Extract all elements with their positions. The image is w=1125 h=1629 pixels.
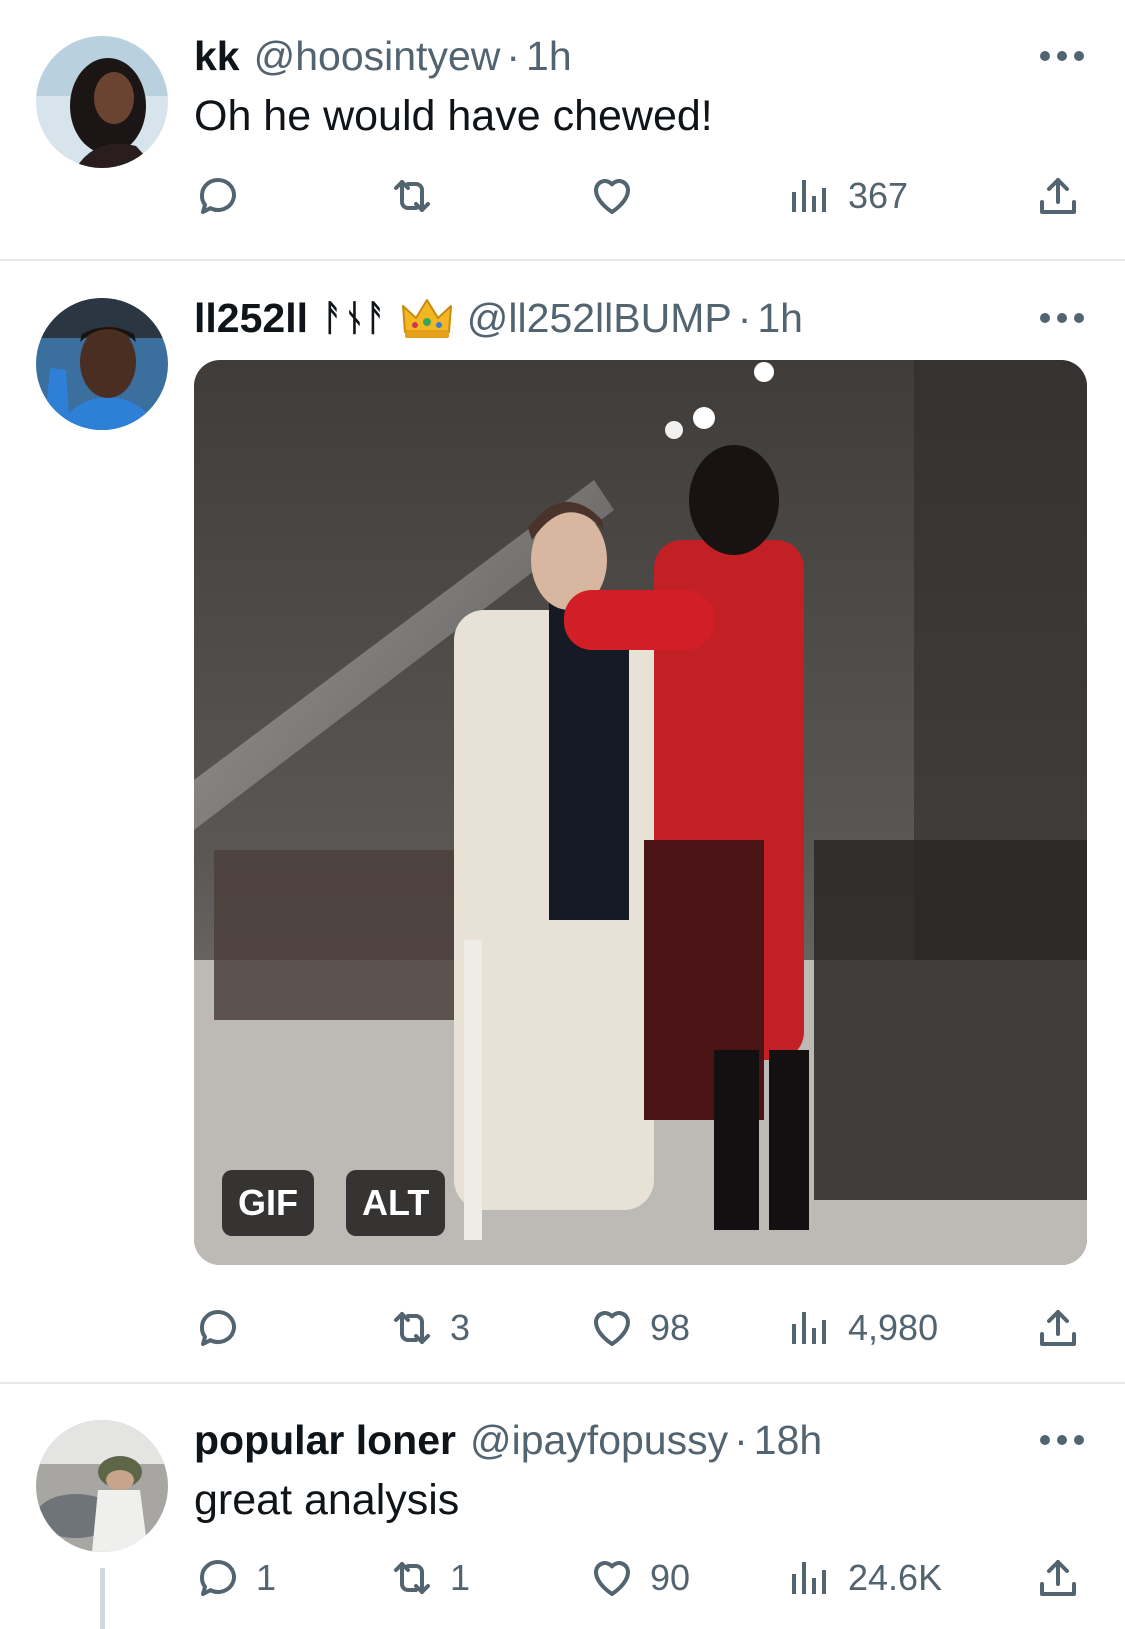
reply-button[interactable]: 1 bbox=[194, 1552, 276, 1604]
share-button[interactable] bbox=[1034, 1302, 1082, 1354]
separator: · bbox=[734, 1416, 748, 1463]
crown-emoji bbox=[401, 294, 453, 342]
more-icon[interactable] bbox=[1040, 1434, 1084, 1446]
reply-icon bbox=[200, 1310, 236, 1346]
like-count: 98 bbox=[650, 1307, 691, 1348]
divider bbox=[0, 259, 1125, 261]
tweet-text: Oh he would have chewed! bbox=[194, 92, 713, 140]
media-gif[interactable]: GIF ALT bbox=[194, 360, 1087, 1265]
action-bar: 3 98 4,980 bbox=[194, 1302, 1094, 1354]
tweet-header: ll252ll ᚨᚾᚨ @ll252llBUMP · 1h bbox=[194, 294, 803, 342]
view-count: 367 bbox=[848, 175, 909, 216]
action-bar: 1 1 90 24.6K bbox=[194, 1552, 1094, 1604]
views-button[interactable]: 24.6K bbox=[786, 1552, 942, 1604]
display-name[interactable]: ll252ll bbox=[194, 295, 308, 342]
user-handle[interactable]: @ipayfopussy bbox=[470, 1417, 728, 1464]
user-handle[interactable]: @hoosintyew bbox=[254, 33, 501, 80]
views-icon bbox=[792, 1562, 826, 1594]
display-name[interactable]: popular loner bbox=[194, 1417, 456, 1464]
retweet-button[interactable] bbox=[388, 170, 450, 222]
retweet-count: 3 bbox=[450, 1307, 471, 1348]
share-icon bbox=[1040, 178, 1076, 214]
more-icon[interactable] bbox=[1040, 50, 1084, 62]
share-button[interactable] bbox=[1034, 1552, 1082, 1604]
thread-line bbox=[100, 1568, 105, 1629]
retweet-button[interactable]: 3 bbox=[388, 1302, 470, 1354]
retweet-icon bbox=[394, 180, 430, 212]
action-bar: 367 bbox=[194, 170, 1094, 222]
retweet-icon bbox=[394, 1312, 430, 1344]
views-icon bbox=[792, 180, 826, 212]
retweet-button[interactable]: 1 bbox=[388, 1552, 470, 1604]
alt-text-button[interactable]: ALT bbox=[346, 1170, 446, 1236]
share-icon bbox=[1040, 1310, 1076, 1346]
display-name-runes: ᚨᚾᚨ bbox=[321, 297, 387, 338]
like-button[interactable]: 90 bbox=[588, 1552, 690, 1604]
timestamp[interactable]: 1h bbox=[757, 295, 803, 342]
share-icon bbox=[1040, 1560, 1076, 1596]
timestamp[interactable]: 18h bbox=[754, 1417, 822, 1464]
like-button[interactable]: 98 bbox=[588, 1302, 690, 1354]
tweet-2[interactable]: ll252ll ᚨᚾᚨ @ll252llBUMP · 1h GIF ALT 3 … bbox=[0, 262, 1125, 1380]
like-count: 90 bbox=[650, 1557, 691, 1598]
reply-button[interactable] bbox=[194, 1302, 256, 1354]
tweet-header: popular loner @ipayfopussy · 18h bbox=[194, 1416, 822, 1464]
more-icon[interactable] bbox=[1040, 312, 1084, 324]
reply-icon bbox=[200, 178, 236, 214]
avatar[interactable] bbox=[36, 298, 168, 430]
views-icon bbox=[792, 1312, 826, 1344]
heart-icon bbox=[594, 1561, 630, 1596]
view-count: 4,980 bbox=[848, 1307, 939, 1348]
display-name[interactable]: kk bbox=[194, 33, 240, 80]
view-count: 24.6K bbox=[848, 1557, 943, 1598]
tweet-3[interactable]: popular loner @ipayfopussy · 18h great a… bbox=[0, 1384, 1125, 1629]
tweet-header: kk @hoosintyew · 1h bbox=[194, 32, 572, 80]
heart-icon bbox=[594, 179, 630, 214]
retweet-icon bbox=[394, 1562, 430, 1594]
reply-button[interactable] bbox=[194, 170, 256, 222]
separator: · bbox=[506, 32, 521, 79]
share-button[interactable] bbox=[1034, 170, 1082, 222]
like-button[interactable] bbox=[588, 170, 650, 222]
avatar[interactable] bbox=[36, 1420, 168, 1552]
avatar[interactable] bbox=[36, 36, 168, 168]
reply-icon bbox=[200, 1560, 236, 1596]
heart-icon bbox=[594, 1311, 630, 1346]
separator: · bbox=[737, 294, 752, 341]
timestamp[interactable]: 1h bbox=[526, 33, 572, 80]
tweet-text: great analysis bbox=[194, 1476, 460, 1524]
retweet-count: 1 bbox=[450, 1557, 471, 1598]
tweet-1[interactable]: kk @hoosintyew · 1h Oh he would have che… bbox=[0, 0, 1125, 260]
gif-badge: GIF bbox=[222, 1170, 314, 1236]
views-button[interactable]: 4,980 bbox=[786, 1302, 938, 1354]
views-button[interactable]: 367 bbox=[786, 170, 908, 222]
reply-count: 1 bbox=[256, 1557, 277, 1598]
user-handle[interactable]: @ll252llBUMP bbox=[467, 295, 732, 342]
